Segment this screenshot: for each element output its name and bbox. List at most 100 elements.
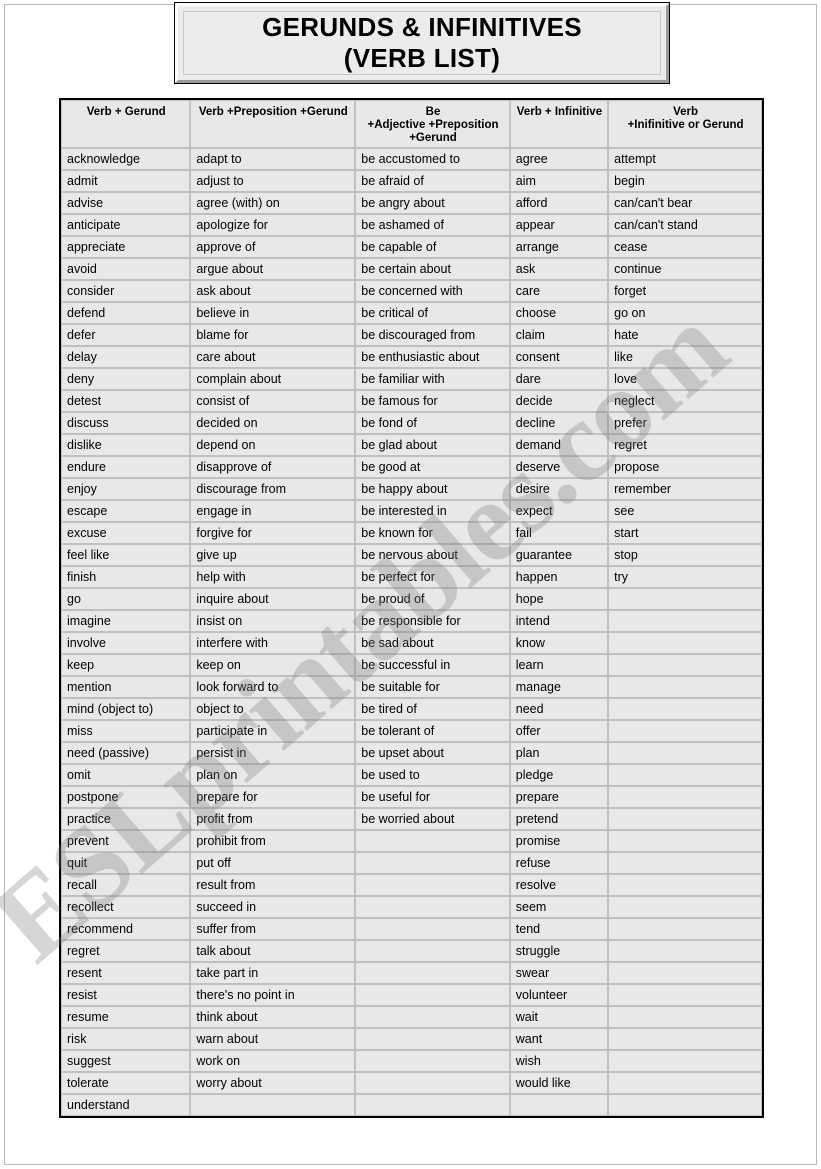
table-cell: volunteer <box>509 984 609 1006</box>
table-cell: consider <box>61 280 191 302</box>
table-cell: forget <box>608 280 762 302</box>
table-cell: decided on <box>190 412 356 434</box>
table-cell <box>608 654 762 676</box>
table-cell: be concerned with <box>355 280 510 302</box>
table-cell: result from <box>190 874 356 896</box>
table-cell: understand <box>61 1094 191 1116</box>
table-row: escape engage in be interested in expect see <box>61 500 762 522</box>
table-row: deny complain about be familiar with dare lo… <box>61 368 762 390</box>
column-header-line-1: Be <box>425 106 441 118</box>
table-cell: promise <box>509 830 609 852</box>
table-cell: discuss <box>61 412 191 434</box>
table-cell <box>608 588 762 610</box>
table-row: detest consist of be famous for decide negle… <box>61 390 762 412</box>
table-body: acknowledge adapt to be accustomed to agree… <box>61 148 762 1116</box>
table-cell: risk <box>61 1028 191 1050</box>
table-cell: consent <box>509 346 609 368</box>
table-cell: succeed in <box>190 896 356 918</box>
table-header-row-group: Verb + Gerund Verb +Preposition +Gerund … <box>61 100 762 148</box>
table-cell: happen <box>509 566 609 588</box>
table-cell: endure <box>61 456 191 478</box>
table-cell <box>355 940 510 962</box>
table-cell: talk about <box>190 940 356 962</box>
table-cell: plan on <box>190 764 356 786</box>
table-cell: be successful in <box>355 654 510 676</box>
table-cell: be famous for <box>355 390 510 412</box>
column-header-verb-infinitive-or-gerund: Verb +Inifinitive or Gerund <box>608 100 762 148</box>
table-cell: be nervous about <box>355 544 510 566</box>
table-cell: be glad about <box>355 434 510 456</box>
table-cell: give up <box>190 544 356 566</box>
table-cell: be accustomed to <box>355 148 510 170</box>
table-cell: be proud of <box>355 588 510 610</box>
table-cell: engage in <box>190 500 356 522</box>
table-cell: claim <box>509 324 609 346</box>
table-cell: suggest <box>61 1050 191 1072</box>
table-cell: fail <box>509 522 609 544</box>
table-row: recommend suffer from tend <box>61 918 762 940</box>
table-cell: care about <box>190 346 356 368</box>
table-cell: deserve <box>509 456 609 478</box>
table-cell: practice <box>61 808 191 830</box>
table-cell: tend <box>509 918 609 940</box>
table-cell: disapprove of <box>190 456 356 478</box>
table-cell: cease <box>608 236 762 258</box>
table-cell: feel like <box>61 544 191 566</box>
table-cell <box>355 1050 510 1072</box>
table-cell <box>355 1006 510 1028</box>
table-row: understand <box>61 1094 762 1116</box>
table-cell: interfere with <box>190 632 356 654</box>
table-cell <box>608 1094 762 1116</box>
table-cell: complain about <box>190 368 356 390</box>
table-cell: dislike <box>61 434 191 456</box>
page-title-line-1: GERUNDS & INFINITIVES <box>262 12 582 42</box>
table-cell: be fond of <box>355 412 510 434</box>
table-cell: learn <box>509 654 609 676</box>
table-row: recollect succeed in seem <box>61 896 762 918</box>
table-cell: admit <box>61 170 191 192</box>
title-plaque: GERUNDS & INFINITIVES (VERB LIST) <box>175 3 669 83</box>
table-cell: involve <box>61 632 191 654</box>
table-cell: intend <box>509 610 609 632</box>
table-cell <box>608 720 762 742</box>
column-header-line-1: Verb <box>673 106 699 118</box>
table-row: resent take part in swear <box>61 962 762 984</box>
table-cell <box>608 962 762 984</box>
table-cell: like <box>608 346 762 368</box>
table-cell: postpone <box>61 786 191 808</box>
table-cell: go <box>61 588 191 610</box>
table-cell: be tolerant of <box>355 720 510 742</box>
table-cell: regret <box>61 940 191 962</box>
table-cell: defer <box>61 324 191 346</box>
table-cell: be tired of <box>355 698 510 720</box>
table-cell: can/can't stand <box>608 214 762 236</box>
table-cell: offer <box>509 720 609 742</box>
table-row: admit adjust to be afraid of aim begin <box>61 170 762 192</box>
page-title-line-2: (VERB LIST) <box>343 43 501 73</box>
table-cell: avoid <box>61 258 191 280</box>
table-cell: be known for <box>355 522 510 544</box>
table-cell: can/can't bear <box>608 192 762 214</box>
table-cell: imagine <box>61 610 191 632</box>
table-cell <box>608 610 762 632</box>
table-row: imagine insist on be responsible for intend <box>61 610 762 632</box>
table-cell: arrange <box>509 236 609 258</box>
table-cell: apologize for <box>190 214 356 236</box>
table-cell: prevent <box>61 830 191 852</box>
table-cell: finish <box>61 566 191 588</box>
worksheet-page: GERUNDS & INFINITIVES (VERB LIST) Verb +… <box>0 0 821 1169</box>
table-cell: advise <box>61 192 191 214</box>
table-cell: wish <box>509 1050 609 1072</box>
table-cell: be enthusiastic about <box>355 346 510 368</box>
table-cell: begin <box>608 170 762 192</box>
table-cell: look forward to <box>190 676 356 698</box>
table-cell <box>608 632 762 654</box>
table-cell: there's no point in <box>190 984 356 1006</box>
table-cell: recollect <box>61 896 191 918</box>
table-cell <box>355 830 510 852</box>
table-row: need (passive) persist in be upset about pl… <box>61 742 762 764</box>
table-cell: regret <box>608 434 762 456</box>
table-cell <box>190 1094 356 1116</box>
table-cell: decline <box>509 412 609 434</box>
table-cell: afford <box>509 192 609 214</box>
